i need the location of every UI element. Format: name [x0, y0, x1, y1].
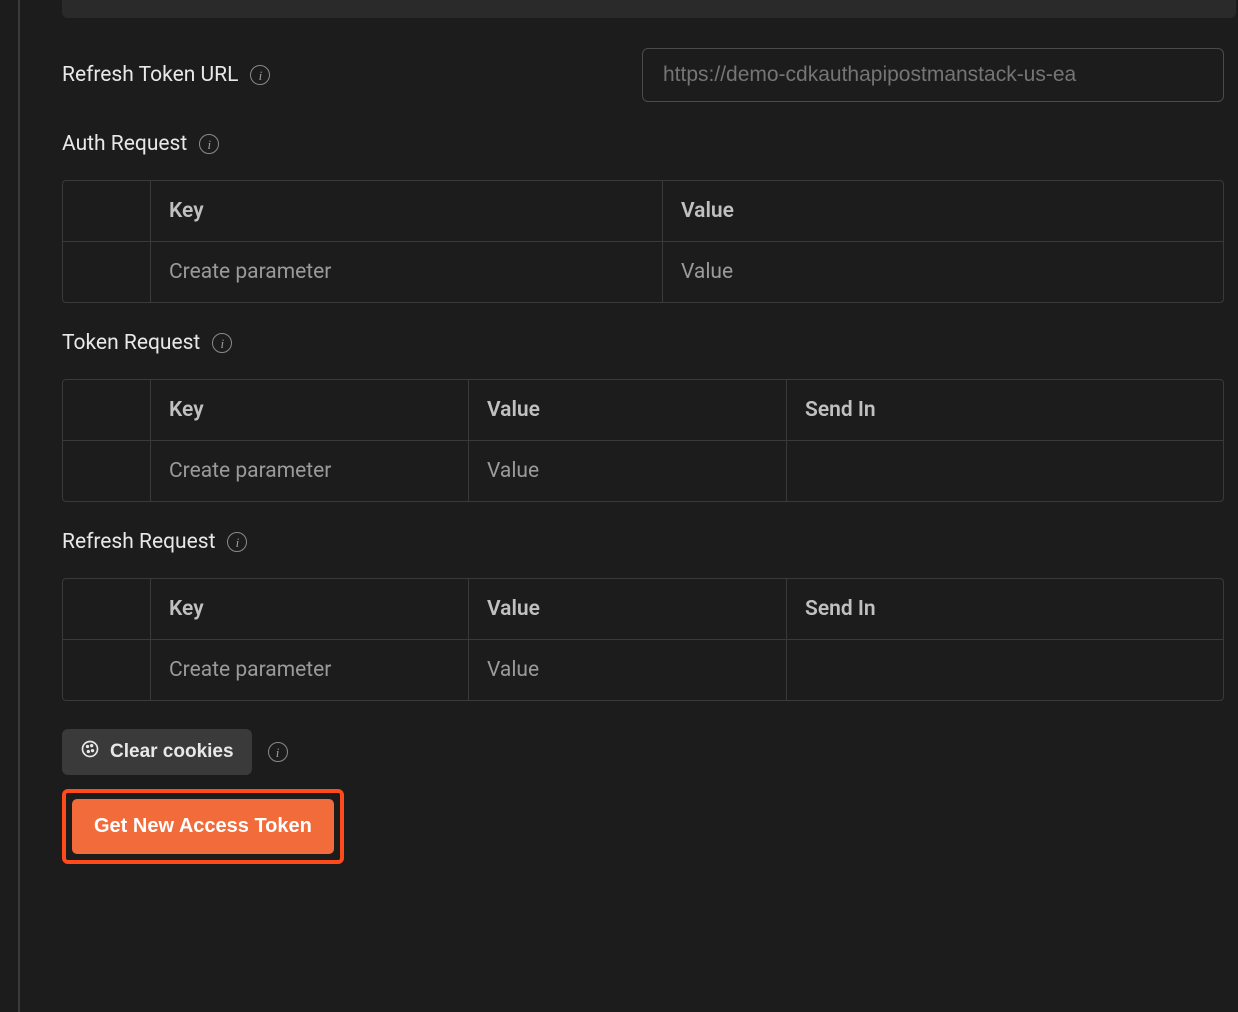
label-text: Refresh Token URL	[62, 63, 238, 87]
value-header-cell: Value	[469, 380, 787, 440]
key-input-cell[interactable]: Create parameter	[151, 242, 663, 302]
auth-request-table: Key Value Create parameter Value	[62, 180, 1224, 303]
key-header-cell: Key	[151, 380, 469, 440]
info-icon[interactable]: i	[199, 134, 219, 154]
info-icon[interactable]: i	[250, 65, 270, 85]
sendin-header-cell: Send In	[787, 380, 1223, 440]
token-request-label: Token Request i	[62, 331, 1224, 355]
sendin-header-cell: Send In	[787, 579, 1223, 639]
refresh-request-label: Refresh Request i	[62, 530, 1224, 554]
key-input-cell[interactable]: Create parameter	[151, 640, 469, 700]
checkbox-cell[interactable]	[63, 441, 151, 501]
table-row: Create parameter Value	[63, 441, 1223, 501]
info-icon[interactable]: i	[268, 742, 288, 762]
value-input-cell[interactable]: Value	[469, 640, 787, 700]
get-new-access-token-button[interactable]: Get New Access Token	[72, 799, 334, 854]
section-label-text: Refresh Request	[62, 530, 215, 554]
refresh-token-url-row: Refresh Token URL i	[62, 48, 1224, 102]
table-row: Create parameter Value	[63, 640, 1223, 700]
table-header-row: Key Value	[63, 181, 1223, 242]
button-label: Get New Access Token	[94, 815, 312, 837]
checkbox-header-cell	[63, 380, 151, 440]
get-new-access-token-highlight: Get New Access Token	[62, 789, 344, 864]
info-icon[interactable]: i	[212, 333, 232, 353]
checkbox-header-cell	[63, 579, 151, 639]
cookie-icon	[80, 739, 100, 765]
checkbox-header-cell	[63, 181, 151, 241]
value-header-cell: Value	[663, 181, 1223, 241]
checkbox-cell[interactable]	[63, 242, 151, 302]
table-header-row: Key Value Send In	[63, 579, 1223, 640]
key-input-cell[interactable]: Create parameter	[151, 441, 469, 501]
info-icon[interactable]: i	[227, 532, 247, 552]
refresh-request-table: Key Value Send In Create parameter Value	[62, 578, 1224, 701]
auth-request-label: Auth Request i	[62, 132, 1224, 156]
value-input-cell[interactable]: Value	[469, 441, 787, 501]
sendin-input-cell[interactable]	[787, 640, 1223, 700]
table-row: Create parameter Value	[63, 242, 1223, 302]
sendin-input-cell[interactable]	[787, 441, 1223, 501]
key-header-cell: Key	[151, 579, 469, 639]
refresh-token-url-label: Refresh Token URL i	[62, 63, 642, 87]
table-header-row: Key Value Send In	[63, 380, 1223, 441]
value-header-cell: Value	[469, 579, 787, 639]
value-input-cell[interactable]: Value	[663, 242, 1223, 302]
key-header-cell: Key	[151, 181, 663, 241]
section-label-text: Auth Request	[62, 132, 187, 156]
token-request-table: Key Value Send In Create parameter Value	[62, 379, 1224, 502]
clear-cookies-button[interactable]: Clear cookies	[62, 729, 252, 775]
checkbox-cell[interactable]	[63, 640, 151, 700]
button-label: Clear cookies	[110, 741, 234, 763]
section-label-text: Token Request	[62, 331, 200, 355]
refresh-token-url-input[interactable]	[642, 48, 1224, 102]
top-panel-strip	[62, 0, 1236, 18]
